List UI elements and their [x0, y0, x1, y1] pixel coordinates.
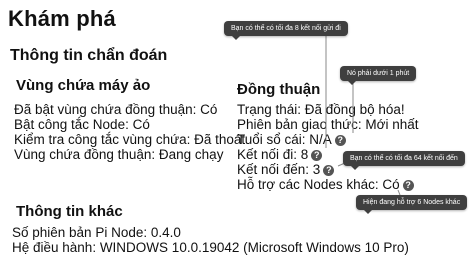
other-nodes-label: Hỗ trợ các Nodes khác: Có [237, 177, 400, 192]
consensus-status: Trạng thái: Đã đồng bộ hóa! [237, 102, 405, 117]
tooltip-incoming-max: Bạn có thể có tối đa 64 kết nối đến [343, 151, 465, 170]
tooltip-other-nodes: Hiện đang hỗ trợ 6 Nodes khác [356, 195, 468, 214]
virtual-zone-line: Vùng chứa đồng thuận: Đang chạy [14, 147, 224, 162]
help-icon[interactable]: ? [334, 134, 346, 146]
other-info-line: Số phiên bản Pi Node: 0.4.0 [12, 225, 181, 240]
virtual-zone-title: Vùng chứa máy ảo [16, 77, 151, 94]
tooltip-outgoing-max: Bạn có thể có tối đa 8 kết nối gửi đi [224, 21, 348, 40]
virtual-zone-line: Kiểm tra công tắc vùng chứa: Đã thoát [14, 132, 246, 147]
consensus-other-nodes-row: Hỗ trợ các Nodes khác: Có? [237, 177, 414, 192]
outgoing-label: Kết nối đi: 8 [237, 147, 309, 162]
consensus-title: Đồng thuận [237, 81, 321, 98]
help-icon[interactable]: ? [402, 179, 414, 191]
incoming-label: Kết nối đến: 3 [237, 162, 321, 177]
virtual-zone-line: Bật công tắc Node: Có [14, 117, 150, 132]
page-title: Khám phá [8, 6, 116, 31]
consensus-ledger-age-row: Tuổi sổ cái: N/A? [237, 132, 346, 147]
other-info-title: Thông tin khác [16, 203, 123, 220]
help-icon[interactable]: ? [311, 149, 323, 161]
consensus-incoming-row: Kết nối đến: 3? [237, 162, 335, 177]
ledger-age-label: Tuổi sổ cái: N/A [237, 132, 332, 147]
consensus-outgoing-row: Kết nối đi: 8? [237, 147, 323, 162]
virtual-zone-line: Đã bật vùng chứa đồng thuận: Có [14, 102, 218, 117]
tooltip-ledger-age: Nó phải dưới 1 phút [340, 66, 417, 85]
other-info-line: Hệ điều hành: WINDOWS 10.0.19042 (Micros… [12, 240, 409, 255]
help-icon[interactable]: ? [323, 164, 335, 176]
diagnostics-title: Thông tin chẩn đoán [10, 47, 168, 64]
consensus-protocol: Phiên bản giao thức: Mới nhất [237, 117, 419, 132]
